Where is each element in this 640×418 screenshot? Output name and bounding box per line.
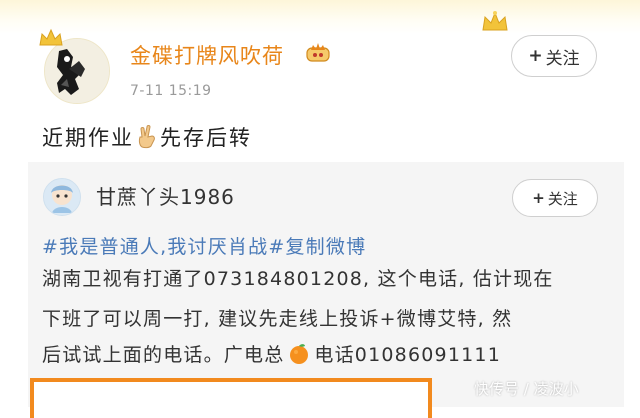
- repost-username[interactable]: 甘蔗丫头1986: [96, 181, 235, 210]
- watermark: 快传号 / 凌波小: [474, 380, 579, 398]
- post-text: 近期作业 先存后转: [42, 122, 252, 152]
- follow-button-label: 关注: [545, 48, 580, 69]
- orange-fruit-icon: [288, 343, 310, 365]
- repost-text-line: 后试试上面的电话。广电总 电话01086091111: [42, 340, 501, 367]
- post-timestamp: 7-11 15:19: [130, 83, 212, 99]
- post-username[interactable]: 金碟打牌风吹荷: [130, 40, 284, 70]
- repost-follow-button-label: 关注: [547, 189, 578, 208]
- repost-preview-card[interactable]: [30, 378, 432, 418]
- post-text-after: 先存后转: [160, 126, 252, 150]
- victory-hand-icon: [136, 125, 158, 149]
- plus-icon: +: [532, 189, 545, 207]
- repost-text-line: 下班了可以周一打, 建议先走线上投诉+微博艾特, 然: [42, 308, 513, 330]
- repost-text-after: 电话01086091111: [314, 344, 501, 366]
- header-background: [0, 0, 640, 34]
- repost-hashtag-line[interactable]: #我是普通人,我讨厌肖战#复制微博: [42, 232, 366, 259]
- avatar-crown-icon: [38, 28, 64, 48]
- post-text-before: 近期作业: [42, 126, 134, 150]
- repost-text-line: 湖南卫视有打通了073184801208, 这个电话, 估计现在: [42, 268, 554, 290]
- repost-follow-button[interactable]: + 关注: [512, 179, 598, 217]
- plus-icon: +: [528, 46, 543, 66]
- follow-button[interactable]: + 关注: [511, 35, 597, 77]
- repost-user-avatar[interactable]: [43, 178, 81, 216]
- crown-icon: [480, 10, 510, 34]
- repost-text-before: 后试试上面的电话。广电总: [42, 344, 285, 366]
- vip-crown-badge-icon: [306, 42, 330, 62]
